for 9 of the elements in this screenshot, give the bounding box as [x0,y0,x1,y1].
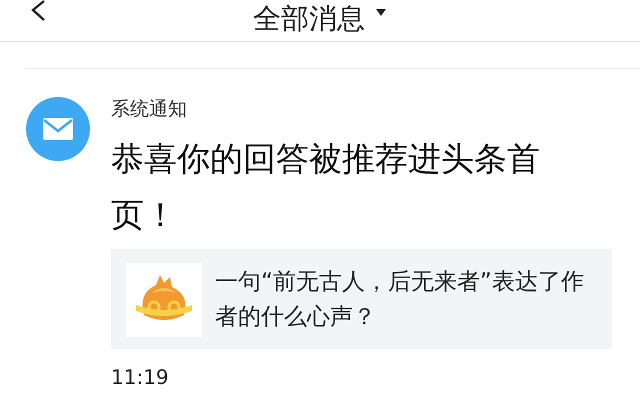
back-icon[interactable] [30,0,46,22]
message-text: 恭喜你的回答被推荐进头条首页！ [111,138,541,236]
question-text: 一句“前无古人，后无来者”表达了作者的什么心声？ [215,268,585,332]
page-title[interactable]: 全部消息 [253,2,365,34]
caret-icon[interactable] [375,8,387,16]
sender-name: 系统通知 [111,97,187,121]
mail-avatar-icon [26,97,90,161]
timestamp: 11:19 [111,365,169,389]
quoted-question-card[interactable]: 一句“前无古人，后无来者”表达了作者的什么心声？ [111,249,612,349]
